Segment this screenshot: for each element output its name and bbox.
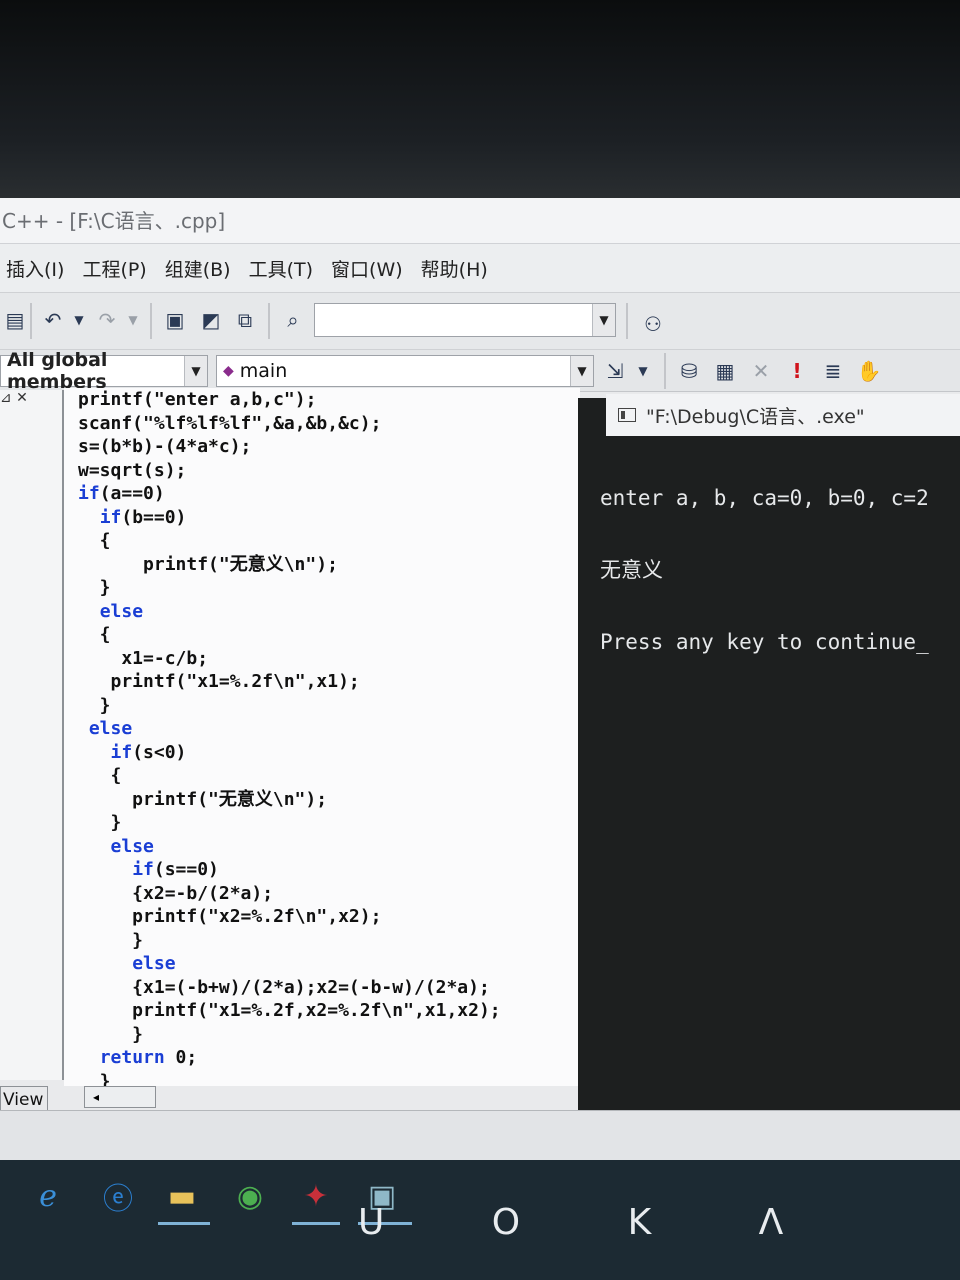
members-combo[interactable]: All global members ▼ [0, 349, 208, 393]
toolbar-separator [268, 303, 270, 339]
toolbar-separator [664, 353, 666, 389]
code-line[interactable]: {x1=(-b+w)/(2*a);x2=(-b-w)/(2*a); [78, 976, 501, 1000]
stop-build-icon[interactable]: ✕ [746, 356, 776, 386]
build-icon[interactable]: ▦ [710, 356, 740, 386]
code-line[interactable]: w=sqrt(s); [78, 459, 501, 483]
code-line[interactable]: else [78, 717, 501, 741]
function-combo[interactable]: ◆ main ▼ [216, 355, 594, 387]
browser-green-icon[interactable]: ◉ [230, 1178, 270, 1214]
menu-project[interactable]: 工程(P) [82, 255, 146, 282]
code-line[interactable]: { [78, 623, 501, 647]
paste-icon[interactable]: ▤ [0, 305, 30, 335]
execute-icon[interactable]: ! [782, 356, 812, 386]
code-line[interactable]: else [78, 952, 501, 976]
file-explorer-icon[interactable]: ▬ [162, 1178, 202, 1214]
active-indicator [158, 1222, 210, 1225]
toolbar-separator [150, 303, 152, 339]
code-line[interactable]: if(s<0) [78, 741, 501, 765]
find-in-files-icon[interactable]: ⌕ [278, 305, 308, 335]
pane-close-icon[interactable]: ⊿ ✕ [0, 390, 34, 412]
code-line[interactable]: if(s==0) [78, 858, 501, 882]
code-line[interactable]: printf("x2=%.2f\n",x2); [78, 905, 501, 929]
undo-dropdown-icon[interactable]: ▼ [64, 305, 94, 335]
code-line[interactable]: { [78, 764, 501, 788]
console-line: enter a, b, ca=0, b=0, c=2 [600, 486, 929, 510]
code-line[interactable]: x1=-c/b; [78, 647, 501, 671]
wizard-dropdown-icon[interactable]: ▼ [628, 356, 658, 386]
menu-bar: 插入(I) 工程(P) 组建(B) 工具(T) 窗口(W) 帮助(H) [0, 244, 960, 292]
code-line[interactable]: } [78, 929, 501, 953]
console-titlebar: "F:\Debug\C语言、.exe" [606, 394, 960, 436]
go-icon[interactable]: ≣ [818, 356, 848, 386]
code-line[interactable]: if(a==0) [78, 482, 501, 506]
code-editor[interactable]: printf("enter a,b,c"); scanf("%lf%lf%lf",… [64, 388, 580, 1092]
console-output: enter a, b, ca=0, b=0, c=2 无意义 Press any… [600, 438, 960, 678]
window-list-icon[interactable]: ⧉ [230, 305, 260, 335]
members-combo-value: All global members [7, 349, 108, 393]
code-line[interactable]: else [78, 835, 501, 859]
code-line[interactable]: { [78, 529, 501, 553]
compile-icon[interactable]: ⛁ [674, 356, 704, 386]
console-icon [618, 408, 636, 422]
code-line[interactable]: printf("无意义\n"); [78, 788, 501, 812]
code-line[interactable]: } [78, 811, 501, 835]
visual-studio-icon[interactable]: ✦ [296, 1178, 336, 1214]
code-line[interactable]: } [78, 694, 501, 718]
active-indicator [292, 1222, 340, 1225]
code-line[interactable]: return 0; [78, 1046, 501, 1070]
menu-insert[interactable]: 插入(I) [6, 255, 64, 282]
monitor-bezel [0, 0, 960, 200]
code-line[interactable]: printf("enter a,b,c"); [78, 388, 501, 412]
status-bar [0, 1110, 960, 1160]
ie-icon[interactable]: ℯ [28, 1178, 68, 1214]
source-code[interactable]: printf("enter a,b,c"); scanf("%lf%lf%lf",… [78, 388, 501, 1093]
code-line[interactable]: scanf("%lf%lf%lf",&a,&b,&c); [78, 412, 501, 436]
menu-window[interactable]: 窗口(W) [331, 255, 403, 282]
code-line[interactable]: if(b==0) [78, 506, 501, 530]
code-line[interactable]: } [78, 576, 501, 600]
edge-icon[interactable]: ⓔ [98, 1178, 138, 1217]
horizontal-scrollbar[interactable]: ◂ [84, 1086, 156, 1108]
workspace-pane: ⊿ ✕ View [0, 390, 64, 1114]
menu-build[interactable]: 组建(B) [165, 255, 231, 282]
chevron-down-icon[interactable]: ▼ [184, 356, 207, 386]
wizard-toolbar: All global members ▼ ◆ main ▼ ⇲ ▼ ⛁ ▦ ✕ … [0, 349, 960, 393]
toolbar-separator [626, 303, 628, 339]
menu-tools[interactable]: 工具(T) [249, 255, 313, 282]
standard-toolbar: ▤ ↶ ▼ ↷ ▼ ▣ ◩ ⧉ ⌕ ▼ ⚇ [0, 292, 960, 350]
code-line[interactable]: else [78, 600, 501, 624]
console-line: Press any key to continue_ [600, 630, 929, 654]
binoculars-icon[interactable]: ⚇ [638, 309, 668, 339]
code-line[interactable]: } [78, 1023, 501, 1047]
toolbar-separator [30, 303, 32, 339]
output-icon[interactable]: ◩ [196, 305, 226, 335]
find-combo[interactable]: ▼ [314, 303, 616, 337]
console-line: 无意义 [600, 558, 663, 582]
chevron-down-icon[interactable]: ▼ [570, 356, 593, 386]
menu-help[interactable]: 帮助(H) [421, 255, 488, 282]
code-line[interactable]: s=(b*b)-(4*a*c); [78, 435, 501, 459]
breakpoint-hand-icon[interactable]: ✋ [854, 356, 884, 386]
function-diamond-icon: ◆ [223, 363, 234, 379]
code-line[interactable]: printf("x1=%.2f,x2=%.2f\n",x1,x2); [78, 999, 500, 1023]
code-line[interactable]: printf("无意义\n"); [78, 553, 501, 577]
console-title: "F:\Debug\C语言、.exe" [646, 405, 865, 428]
code-line[interactable]: printf("x1=%.2f\n",x1); [78, 670, 501, 694]
redo-dropdown-icon[interactable]: ▼ [118, 305, 148, 335]
keyboard-keys: U O K Λ [358, 1202, 832, 1243]
chevron-down-icon[interactable]: ▼ [592, 304, 615, 336]
window-title: C++ - [F:\C语言、.cpp] [0, 198, 960, 244]
wizard-action-icon[interactable]: ⇲ [600, 356, 630, 386]
workspace-icon[interactable]: ▣ [160, 305, 190, 335]
function-combo-value: main [239, 360, 288, 382]
code-line[interactable]: {x2=-b/(2*a); [78, 882, 501, 906]
